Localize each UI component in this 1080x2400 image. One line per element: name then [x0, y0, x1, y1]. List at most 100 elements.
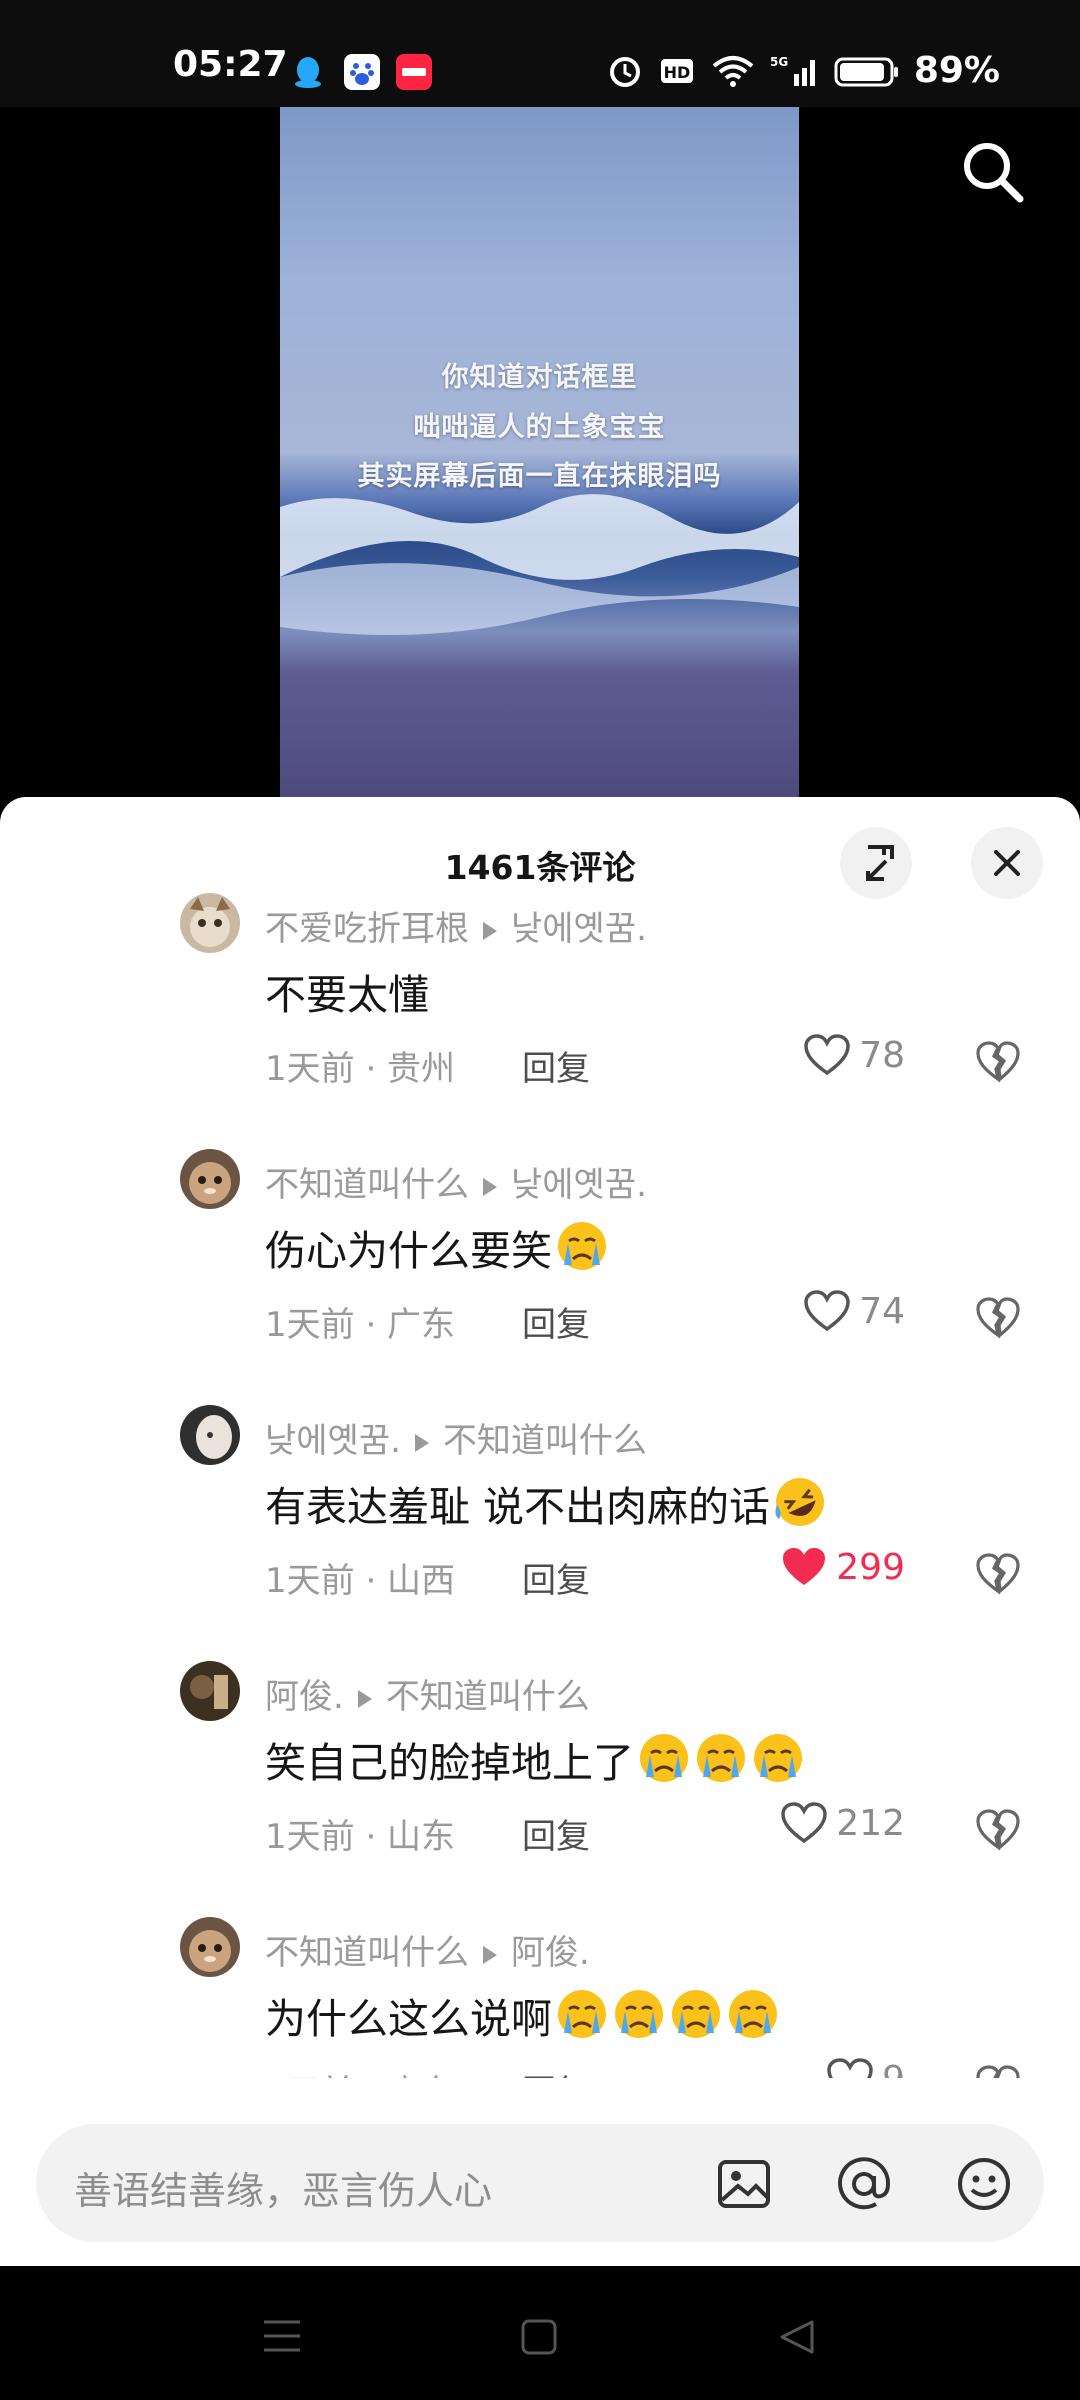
battery-icon — [834, 54, 900, 88]
comment-author[interactable]: 不知道叫什么 — [265, 1165, 469, 1205]
dislike-button[interactable] — [975, 1807, 1021, 1851]
broken-heart-icon — [976, 1553, 1020, 1595]
close-button[interactable] — [971, 827, 1043, 899]
comment-text: 笑自己的脸掉地上了 — [265, 1729, 805, 1789]
5g-signal-icon: 5G — [770, 54, 820, 88]
comment-input-placeholder[interactable]: 善语结善缘，恶言伤人心 — [74, 2160, 492, 2215]
like-button[interactable]: 78 — [803, 1033, 905, 1077]
hd-icon: HD — [658, 54, 696, 88]
crying-face-icon — [672, 1990, 720, 2038]
crying-face-icon — [558, 1990, 606, 2038]
image-picker-button[interactable] — [714, 2154, 774, 2214]
reply-to-user[interactable]: 阿俊. — [511, 1933, 590, 1973]
comment-author[interactable]: 不爱吃折耳根 — [265, 909, 469, 949]
crying-face-icon — [558, 1222, 606, 1270]
svg-text:HD: HD — [663, 63, 690, 82]
home-square-icon — [521, 2319, 557, 2355]
mention-button[interactable] — [834, 2154, 894, 2214]
expand-button[interactable] — [840, 827, 912, 899]
like-count: 212 — [836, 1802, 905, 1844]
comment-item[interactable]: 不知道叫什么 阿俊. 为什么这么说啊 1天前 · 广东 回复 9 — [0, 1917, 1080, 2078]
comment-item[interactable]: 阿俊. 不知道叫什么 笑自己的脸掉地上了 1天前 · 山东 回复 212 — [0, 1661, 1080, 1917]
comment-author[interactable]: 낮에옛꿈. — [265, 1421, 401, 1461]
avatar[interactable] — [180, 893, 240, 953]
reply-arrow-icon — [483, 921, 497, 940]
search-button[interactable] — [958, 137, 1028, 207]
caption-line-3: 其实屏幕后面一直在抹眼泪吗 — [357, 461, 722, 492]
back-triangle-icon — [780, 2320, 814, 2354]
crying-face-icon — [729, 1990, 777, 2038]
comment-meta: 1天前 · 广东 — [265, 1305, 456, 1345]
comment-names: 낮에옛꿈. 不知道叫什么 — [265, 1413, 647, 1462]
back-nav-button[interactable] — [778, 2318, 816, 2360]
heart-outline-icon — [827, 2058, 873, 2078]
comment-sheet: 1461条评论 不爱吃折耳根 낮에옛꿈. 不要太懂 1天前 · 贵州 回复 78 — [0, 797, 1080, 2267]
avatar[interactable] — [180, 1149, 240, 1209]
comment-text: 为什么这么说啊 — [265, 1985, 780, 2045]
like-button[interactable]: 212 — [780, 1801, 905, 1845]
dislike-button[interactable] — [975, 1551, 1021, 1595]
reply-button[interactable]: 回复 — [522, 1553, 590, 1602]
crying-face-icon — [640, 1734, 688, 1782]
image-icon — [718, 2160, 770, 2208]
comment-meta: 1天前 · 山东 — [265, 1817, 456, 1857]
like-count: 299 — [836, 1546, 905, 1588]
home-nav-button[interactable] — [520, 2318, 558, 2360]
comment-input[interactable]: 善语结善缘，恶言伤人心 — [36, 2124, 1044, 2242]
comment-text: 不要太懂 — [265, 971, 429, 1019]
dislike-button[interactable] — [975, 1295, 1021, 1339]
reply-button[interactable]: 回复 — [522, 2065, 590, 2078]
wifi-icon — [710, 54, 756, 88]
avatar[interactable] — [180, 1661, 240, 1721]
baidu-icon — [344, 54, 380, 90]
comment-list[interactable]: 不爱吃折耳根 낮에옛꿈. 不要太懂 1天前 · 贵州 回复 78 不知道叫什么 낮에… — [0, 893, 1080, 2078]
emoji-button[interactable] — [954, 2154, 1014, 2214]
comment-item[interactable]: 낮에옛꿈. 不知道叫什么 有表达羞耻 说不出肉麻的话 1天前 · 山西 回复 29… — [0, 1405, 1080, 1661]
broken-heart-icon — [976, 2065, 1020, 2078]
heart-outline-icon — [781, 1802, 828, 1844]
reply-button[interactable]: 回复 — [522, 1297, 590, 1346]
comment-text: 伤心为什么要笑 — [265, 1217, 609, 1277]
menu-icon — [264, 2320, 300, 2352]
avatar[interactable] — [180, 1405, 240, 1465]
svg-text:5G: 5G — [770, 55, 788, 69]
close-icon — [994, 850, 1020, 876]
comment-text: 有表达羞耻 说不出肉麻的话 — [265, 1473, 827, 1533]
heart-filled-icon — [783, 1548, 826, 1585]
menu-nav-button[interactable] — [262, 2318, 302, 2358]
sea-waves — [280, 494, 799, 635]
reply-to-user[interactable]: 不知道叫什么 — [386, 1677, 590, 1717]
broken-heart-icon — [976, 1809, 1020, 1851]
comment-item[interactable]: 不知道叫什么 낮에옛꿈. 伤心为什么要笑 1天前 · 广东 回复 74 — [0, 1149, 1080, 1405]
reply-to-user[interactable]: 낮에옛꿈. — [511, 1165, 647, 1205]
avatar[interactable] — [180, 1917, 240, 1977]
dislike-button[interactable] — [975, 2063, 1021, 2078]
comment-names: 不爱吃折耳根 낮에옛꿈. — [265, 901, 647, 950]
comment-item[interactable]: 不爱吃折耳根 낮에옛꿈. 不要太懂 1天前 · 贵州 回复 78 — [0, 893, 1080, 1149]
dislike-button[interactable] — [975, 1039, 1021, 1083]
like-count: 74 — [859, 1290, 905, 1332]
video-thumbnail[interactable]: 你知道对话框里 咄咄逼人的土象宝宝 其实屏幕后面一直在抹眼泪吗 — [280, 107, 799, 797]
like-count: 9 — [882, 2059, 905, 2079]
reply-button[interactable]: 回复 — [522, 1041, 590, 1090]
reply-arrow-icon — [357, 1689, 372, 1708]
status-time: 05:27 — [173, 44, 288, 85]
crying-face-icon — [754, 1734, 802, 1782]
comment-author[interactable]: 阿俊. — [265, 1677, 344, 1717]
status-right-group: HD 5G 89% — [606, 50, 1000, 91]
like-button[interactable]: 74 — [803, 1289, 905, 1333]
crying-face-icon — [697, 1734, 745, 1782]
heart-outline-icon — [804, 1034, 850, 1076]
reply-to-user[interactable]: 不知道叫什么 — [443, 1421, 647, 1461]
smiley-icon — [958, 2158, 1010, 2210]
reply-to-user[interactable]: 낮에옛꿈. — [511, 909, 647, 949]
reply-button[interactable]: 回复 — [522, 1809, 590, 1858]
alarm-icon — [606, 54, 644, 88]
comment-names: 不知道叫什么 낮에옛꿈. — [265, 1157, 647, 1206]
like-button[interactable]: 9 — [826, 2057, 905, 2078]
comment-author[interactable]: 不知道叫什么 — [265, 1933, 469, 1973]
comment-meta: 1天前 · 山西 — [265, 1561, 456, 1601]
like-button[interactable]: 299 — [780, 1545, 905, 1589]
broken-heart-icon — [976, 1297, 1020, 1339]
video-player[interactable]: 你知道对话框里 咄咄逼人的土象宝宝 其实屏幕后面一直在抹眼泪吗 — [0, 107, 1080, 797]
